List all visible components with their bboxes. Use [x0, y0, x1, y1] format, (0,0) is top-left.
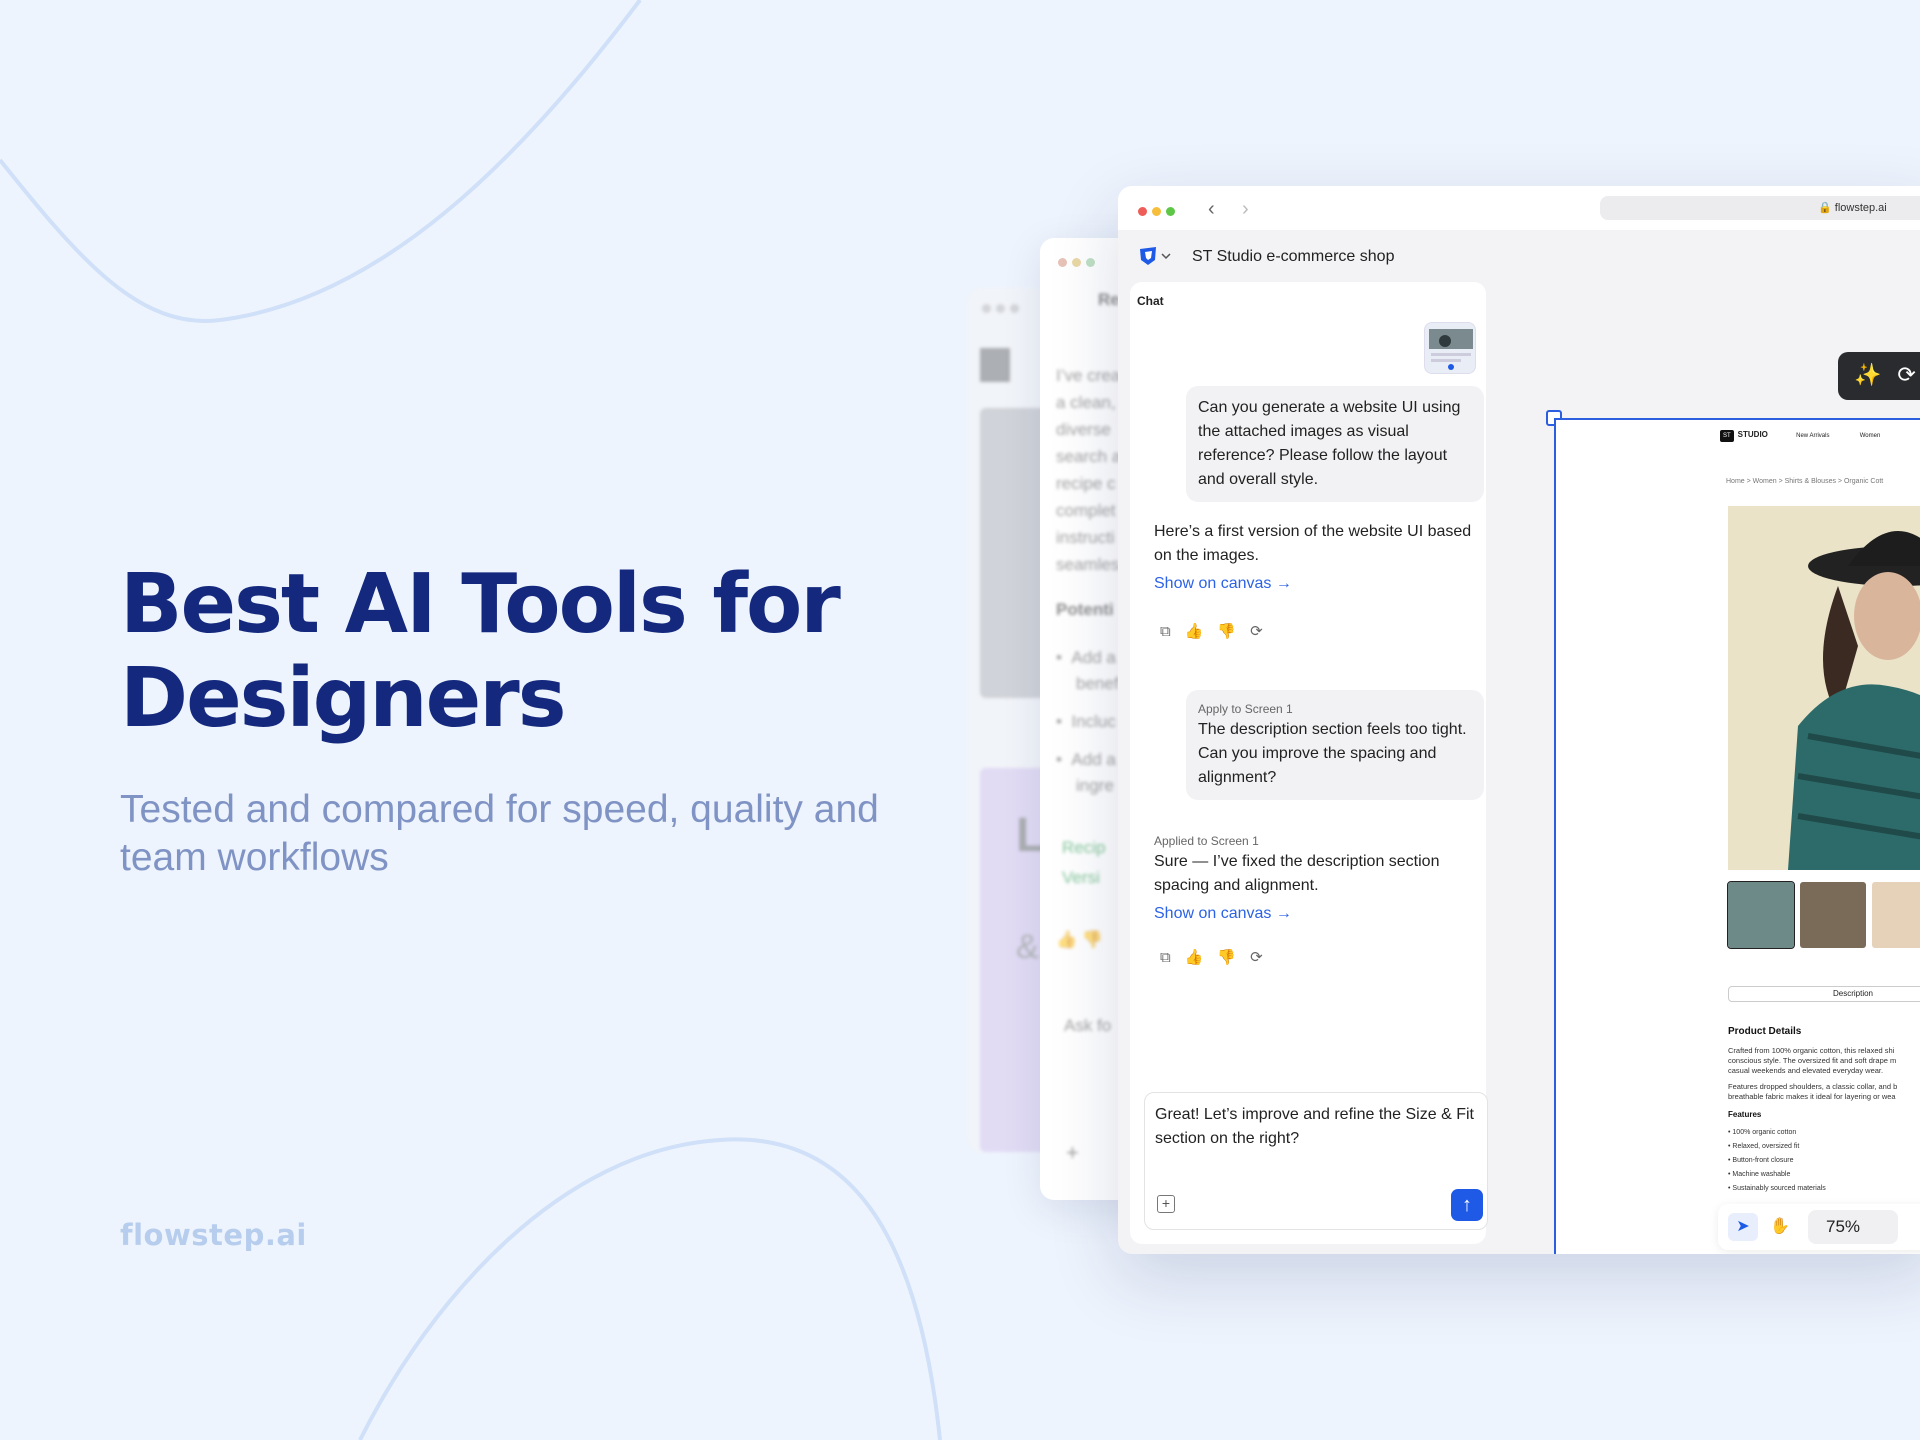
message-actions: ⧉👍👎⟳: [1160, 948, 1277, 966]
hand-tool-icon[interactable]: ✋: [1770, 1216, 1790, 1236]
canvas-screen-frame[interactable]: ST STUDIO New Arrivals Women Home > Women…: [1554, 418, 1920, 1254]
bullet-item: • Add a: [1056, 648, 1116, 667]
paragraph-line: conscious style. The oversized fit and s…: [1728, 1056, 1897, 1065]
bullet-item: ingre: [1076, 776, 1114, 795]
feedback-icons: 👍 👎: [1056, 930, 1104, 949]
page-subtitle: Tested and compared for speed, quality a…: [120, 788, 879, 879]
paragraph-line: Crafted from 100% organic cotton, this r…: [1728, 1046, 1895, 1055]
url-text: flowstep.ai: [1834, 202, 1887, 214]
app-logo-icon: [980, 348, 1010, 382]
chat-panel-title: Chat: [1137, 294, 1164, 308]
site-logo: ST: [1720, 430, 1734, 442]
product-image: [1728, 506, 1920, 870]
zoom-level[interactable]: 75%: [1808, 1210, 1898, 1244]
chat-input[interactable]: Great! Let’s improve and refine the Size…: [1155, 1103, 1479, 1151]
forward-arrow-icon[interactable]: ›: [1242, 198, 1249, 221]
text-line: diverse: [1056, 420, 1111, 439]
nav-item[interactable]: New Arrivals: [1796, 433, 1829, 439]
list-item: Button-front closure: [1728, 1154, 1826, 1168]
window-controls: [982, 300, 1024, 318]
list-item: Relaxed, oversized fit: [1728, 1140, 1826, 1154]
user-message: Can you generate a website UI using the …: [1186, 386, 1484, 502]
back-arrow-icon[interactable]: ‹: [1208, 198, 1215, 221]
features-list: 100% organic cotton Relaxed, oversized f…: [1728, 1126, 1826, 1196]
thumbs-up-icon[interactable]: 👍: [1185, 949, 1218, 966]
attached-image-thumbnail[interactable]: [1424, 322, 1476, 374]
message-meta: Applied to Screen 1: [1154, 834, 1259, 848]
flowstep-logo-icon[interactable]: [1138, 246, 1172, 271]
chat-panel: Chat Can you generate a website UI using…: [1130, 282, 1488, 1244]
thumbnail[interactable]: [1800, 882, 1866, 948]
plus-icon: +: [1066, 1140, 1079, 1165]
user-message-text: The description section feels too tight.…: [1198, 721, 1467, 786]
link-line: Recip: [1062, 838, 1106, 857]
text-line: instructi: [1056, 528, 1115, 547]
brand-logo-text[interactable]: flowstep.ai: [120, 1218, 307, 1252]
paragraph-line: casual weekends and elevated everyday we…: [1728, 1066, 1884, 1075]
text-line: complet: [1056, 501, 1116, 520]
bullet-item: benef: [1076, 674, 1119, 693]
list-item: 100% organic cotton: [1728, 1126, 1826, 1140]
chat-input-placeholder: Ask fo: [1064, 1016, 1112, 1035]
window-controls: [1058, 254, 1100, 272]
copy-icon[interactable]: ⧉: [1160, 949, 1185, 966]
browser-window: ‹ › 🔒 flowstep.ai ST Studio e-commerce s…: [1118, 186, 1920, 1254]
canvas-toolbar: ➤ ✋ 75%: [1718, 1204, 1920, 1250]
regenerate-icon[interactable]: ⟳: [1250, 623, 1277, 640]
paragraph-line: Features dropped shoulders, a classic co…: [1728, 1082, 1898, 1091]
site-nav: ST STUDIO New Arrivals Women: [1720, 430, 1880, 442]
site-brand: STUDIO: [1737, 430, 1768, 439]
project-title[interactable]: ST Studio e-commerce shop: [1192, 248, 1394, 266]
product-details-title: Product Details: [1728, 1026, 1802, 1037]
thumbs-up-icon[interactable]: 👍: [1185, 623, 1218, 640]
bullet-item: • Add a: [1056, 750, 1116, 769]
regenerate-icon[interactable]: ⟳: [1250, 949, 1277, 966]
thumbs-down-icon[interactable]: 👎: [1217, 623, 1250, 640]
magic-wand-icon[interactable]: ✨: [1854, 362, 1897, 387]
message-actions: ⧉👍👎⟳: [1160, 622, 1277, 640]
floating-toolbar: ✨⟳: [1838, 352, 1920, 400]
paragraph-line: breathable fabric makes it ideal for lay…: [1728, 1092, 1896, 1101]
page-title: Best AI Tools for Designers: [120, 557, 841, 746]
title-bar: ‹ › 🔒 flowstep.ai: [1118, 186, 1920, 230]
window-controls[interactable]: [1138, 203, 1180, 221]
tab-label: Re: [1098, 290, 1120, 309]
text-line: search a: [1056, 447, 1122, 466]
assistant-message-text: Sure — I’ve fixed the description sectio…: [1154, 853, 1440, 894]
list-item: Machine washable: [1728, 1168, 1826, 1182]
nav-item[interactable]: Women: [1860, 433, 1881, 439]
refresh-icon[interactable]: ⟳: [1897, 362, 1920, 387]
text-line: seamles: [1056, 555, 1120, 574]
bullet-item: • Incluc: [1056, 712, 1116, 731]
chat-composer[interactable]: Great! Let’s improve and refine the Size…: [1144, 1092, 1488, 1230]
list-item: Sustainably sourced materials: [1728, 1182, 1825, 1196]
assistant-message-text: Here’s a first version of the website UI…: [1154, 523, 1472, 564]
assistant-message: Here’s a first version of the website UI…: [1154, 520, 1474, 596]
link-line: Versi: [1062, 868, 1100, 887]
address-bar[interactable]: 🔒 flowstep.ai: [1600, 196, 1920, 220]
thumbnail[interactable]: [1872, 882, 1920, 948]
show-on-canvas-link[interactable]: Show on canvas →: [1154, 902, 1474, 926]
text-line: recipe c: [1056, 474, 1116, 493]
product-thumbnails: [1727, 881, 1920, 953]
user-message: Apply to Screen 1 The description sectio…: [1186, 690, 1484, 800]
card-symbol: &: [1016, 928, 1039, 966]
assistant-message: Applied to Screen 1 Sure — I’ve fixed th…: [1154, 832, 1474, 926]
features-title: Features: [1728, 1110, 1762, 1119]
thumbs-down-icon[interactable]: 👎: [1217, 949, 1250, 966]
app-header: ST Studio e-commerce shop: [1118, 230, 1920, 280]
text-line: I’ve crea: [1056, 366, 1121, 385]
thumbnail[interactable]: [1727, 881, 1795, 949]
copy-icon[interactable]: ⧉: [1160, 623, 1185, 640]
section-title: Potenti: [1056, 600, 1114, 619]
breadcrumb: Home > Women > Shirts & Blouses > Organi…: [1726, 478, 1884, 485]
add-attachment-button[interactable]: +: [1157, 1195, 1175, 1213]
show-on-canvas-link[interactable]: Show on canvas →: [1154, 572, 1474, 596]
message-meta: Apply to Screen 1: [1198, 702, 1293, 716]
text-line: a clean,: [1056, 393, 1116, 412]
tab-description[interactable]: Description: [1728, 986, 1920, 1002]
send-button[interactable]: ↑: [1451, 1189, 1483, 1221]
select-tool-icon[interactable]: ➤: [1728, 1213, 1758, 1241]
